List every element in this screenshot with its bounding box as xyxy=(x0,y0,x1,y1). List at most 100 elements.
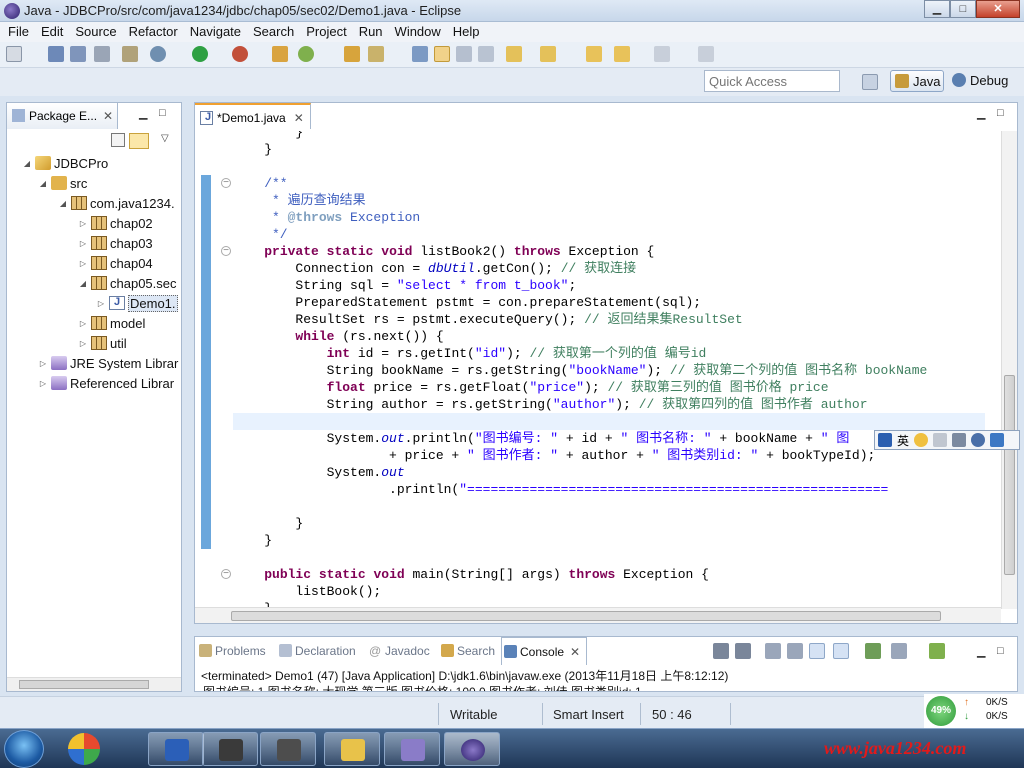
tab-console[interactable]: Console ✕ xyxy=(501,637,588,665)
new-icon[interactable] xyxy=(6,46,22,62)
run-icon[interactable] xyxy=(192,46,208,62)
tree-item-model[interactable]: ▷ model xyxy=(77,313,146,333)
expanded-arrow-icon[interactable]: ◢ xyxy=(57,199,69,208)
expanded-arrow-icon[interactable]: ◢ xyxy=(37,179,49,188)
scroll-lock-icon[interactable] xyxy=(787,643,803,659)
debug-icon[interactable] xyxy=(150,46,166,62)
tree-item-util[interactable]: ▷ util xyxy=(77,333,127,353)
horizontal-scrollbar[interactable] xyxy=(195,607,1001,623)
perspective-java[interactable]: Java xyxy=(890,70,944,92)
tab-declaration[interactable]: Declaration xyxy=(277,637,360,665)
pin-console-icon[interactable] xyxy=(865,643,881,659)
scroll-thumb[interactable] xyxy=(231,611,941,621)
horizontal-scrollbar[interactable] xyxy=(7,677,181,691)
show-on-error-icon[interactable] xyxy=(833,643,849,659)
nav-menu-icon[interactable] xyxy=(654,46,670,62)
display-console-icon[interactable] xyxy=(891,643,907,659)
menu-help[interactable]: Help xyxy=(447,22,486,42)
save-all-icon[interactable] xyxy=(70,46,86,62)
minimize-view-icon[interactable]: ▁ xyxy=(139,107,147,120)
next-annotation-icon[interactable] xyxy=(506,46,522,62)
close-icon[interactable]: ✕ xyxy=(570,645,580,659)
tree-item-jre[interactable]: ▷ JRE System Librar xyxy=(37,353,178,373)
collapsed-arrow-icon[interactable]: ▷ xyxy=(37,359,49,368)
external-tools-icon[interactable] xyxy=(232,46,248,62)
open-console-icon[interactable] xyxy=(929,643,945,659)
tab-demo1-java[interactable]: *Demo1.java ✕ xyxy=(195,103,311,129)
task-eclipse[interactable] xyxy=(444,732,500,766)
clear-console-icon[interactable] xyxy=(765,643,781,659)
open-type-icon[interactable] xyxy=(344,46,360,62)
menu-search[interactable]: Search xyxy=(247,22,300,42)
tree-item-chap03[interactable]: ▷ chap03 xyxy=(77,233,153,253)
minimize-view-icon[interactable]: ▁ xyxy=(977,107,985,120)
vertical-scrollbar[interactable] xyxy=(1001,131,1017,609)
task-word[interactable] xyxy=(148,732,204,766)
maximize-view-icon[interactable]: □ xyxy=(997,107,1004,119)
menu-navigate[interactable]: Navigate xyxy=(184,22,247,42)
collapsed-arrow-icon[interactable]: ▷ xyxy=(77,219,89,228)
menu-edit[interactable]: Edit xyxy=(35,22,69,42)
perspective-debug[interactable]: Debug xyxy=(948,70,1020,92)
menu-window[interactable]: Window xyxy=(389,22,447,42)
fold-toggle-icon[interactable]: − xyxy=(221,246,231,256)
collapsed-arrow-icon[interactable]: ▷ xyxy=(77,339,89,348)
colorful-app-icon[interactable] xyxy=(68,733,100,765)
tree-item-chap04[interactable]: ▷ chap04 xyxy=(77,253,153,273)
tab-problems[interactable]: Problems xyxy=(197,637,270,665)
collapsed-arrow-icon[interactable]: ▷ xyxy=(77,259,89,268)
tab-javadoc[interactable]: @ Javadoc xyxy=(367,637,434,665)
start-button[interactable] xyxy=(4,730,44,768)
save-icon[interactable] xyxy=(48,46,64,62)
close-icon[interactable]: ✕ xyxy=(103,109,113,123)
expanded-arrow-icon[interactable]: ◢ xyxy=(77,279,89,288)
task-help[interactable] xyxy=(324,732,380,766)
quick-access-input[interactable] xyxy=(704,70,840,92)
task-media[interactable] xyxy=(384,732,440,766)
print-icon[interactable] xyxy=(94,46,110,62)
collapsed-arrow-icon[interactable]: ▷ xyxy=(95,299,107,308)
tree-item-demo1[interactable]: ▷ Demo1. xyxy=(95,293,178,313)
collapsed-arrow-icon[interactable]: ▷ xyxy=(77,239,89,248)
search-tool-icon[interactable] xyxy=(368,46,384,62)
tree-item-src[interactable]: ◢ src xyxy=(37,173,87,193)
tree-item-project[interactable]: ◢ JDBCPro xyxy=(21,153,108,173)
tree-item-chap02[interactable]: ▷ chap02 xyxy=(77,213,153,233)
tree-item-referenced-libs[interactable]: ▷ Referenced Librar xyxy=(37,373,174,393)
minimize-view-icon[interactable]: ▁ xyxy=(977,645,985,658)
close-icon[interactable]: ✕ xyxy=(294,111,304,125)
minimize-button[interactable]: ▁ xyxy=(924,0,950,18)
block-select-icon[interactable] xyxy=(456,46,472,62)
menu-file[interactable]: File xyxy=(2,22,35,42)
forward-icon[interactable] xyxy=(614,46,630,62)
maximize-button[interactable]: □ xyxy=(950,0,976,18)
tab-package-explorer[interactable]: Package E... ✕ xyxy=(7,103,119,129)
expanded-arrow-icon[interactable]: ◢ xyxy=(21,159,33,168)
scroll-thumb[interactable] xyxy=(1004,375,1015,575)
tree-item-chap05[interactable]: ◢ chap05.sec xyxy=(77,273,177,293)
task-java[interactable] xyxy=(260,732,316,766)
user-icon[interactable] xyxy=(971,433,986,447)
view-menu-icon[interactable]: ▽ xyxy=(161,133,169,144)
close-button[interactable]: ✕ xyxy=(976,0,1020,18)
link-with-editor-icon[interactable] xyxy=(129,133,149,149)
fold-toggle-icon[interactable]: − xyxy=(221,178,231,188)
tree-item-package-root[interactable]: ◢ com.java1234. xyxy=(57,193,175,213)
skip-breakpoints-icon[interactable] xyxy=(122,46,138,62)
collapse-all-icon[interactable] xyxy=(111,133,125,147)
code-editor[interactable]: } } /** * 遍历查询结果 * @throws Exception */ … xyxy=(195,131,1017,609)
maximize-view-icon[interactable]: □ xyxy=(159,107,166,119)
remove-all-terminated-icon[interactable] xyxy=(735,643,751,659)
show-whitespace-icon[interactable] xyxy=(478,46,494,62)
new-class-icon[interactable] xyxy=(298,46,314,62)
menu-run[interactable]: Run xyxy=(353,22,389,42)
tab-search[interactable]: Search xyxy=(439,637,499,665)
back-icon[interactable] xyxy=(586,46,602,62)
fold-toggle-icon[interactable]: − xyxy=(221,569,231,579)
open-perspective-icon[interactable] xyxy=(862,74,878,90)
ime-language-toggle[interactable]: 英 xyxy=(897,432,909,449)
punctuation-icon[interactable] xyxy=(933,433,948,447)
collapsed-arrow-icon[interactable]: ▷ xyxy=(77,319,89,328)
new-java-project-icon[interactable] xyxy=(272,46,288,62)
ime-logo-icon[interactable] xyxy=(878,433,892,447)
